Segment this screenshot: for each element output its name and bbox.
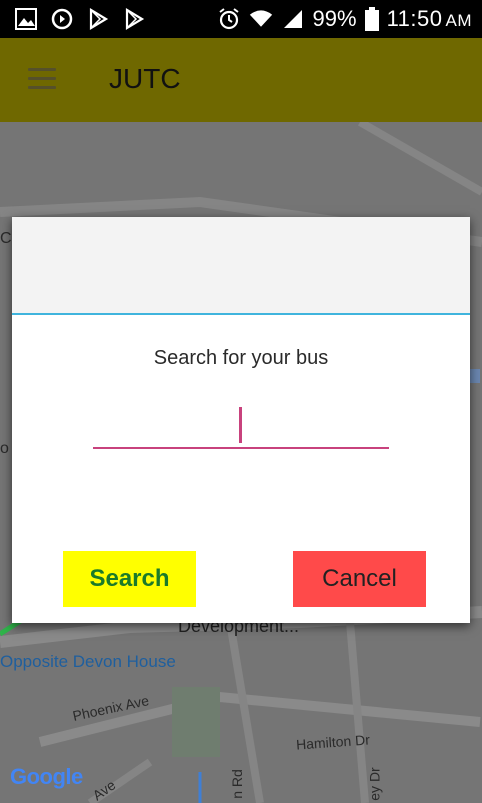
dialog-prompt: Search for your bus [153,347,329,369]
sync-icon [50,7,74,31]
play-store-icon [86,7,110,31]
search-dialog: Search for your bus Search Cancel [12,217,470,623]
clock-time: 11:50 [386,6,443,31]
status-bar: 99% 11:50 AM [0,0,482,38]
clock: 11:50 AM [387,6,472,32]
menu-icon[interactable] [28,68,56,90]
dialog-header [12,217,470,313]
wifi-icon [249,7,273,31]
cancel-button[interactable]: Cancel [293,551,426,607]
signal-icon [281,7,305,31]
alarm-icon [217,7,241,31]
clock-ampm: AM [445,11,472,30]
app-title: JUTC [109,63,181,94]
text-cursor [239,407,242,443]
app-toolbar: JUTC [0,38,482,122]
play-store-icon [122,7,146,31]
status-left-icons [14,7,146,31]
battery-percent: 99% [312,6,357,31]
search-button[interactable]: Search [63,551,196,607]
dialog-divider [12,313,470,315]
status-right: 99% 11:50 AM [217,6,472,32]
gallery-icon [14,7,38,31]
battery-icon [364,7,379,31]
